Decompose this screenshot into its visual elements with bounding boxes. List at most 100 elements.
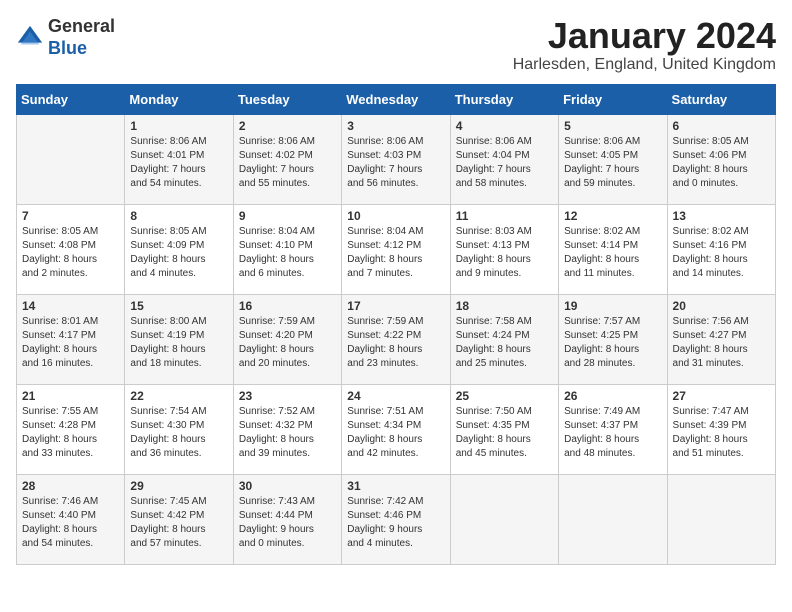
calendar-cell: 6 Sunrise: 8:05 AM Sunset: 4:06 PM Daylig… (667, 114, 775, 204)
day-info: Sunrise: 7:54 AM Sunset: 4:30 PM Dayligh… (130, 405, 227, 461)
day-number: 2 (239, 119, 336, 133)
day-info: Sunrise: 8:01 AM Sunset: 4:17 PM Dayligh… (22, 315, 119, 371)
page-header: General Blue January 2024 Harlesden, Eng… (16, 16, 776, 74)
day-info: Sunrise: 8:05 AM Sunset: 4:06 PM Dayligh… (673, 135, 770, 191)
calendar-cell: 5 Sunrise: 8:06 AM Sunset: 4:05 PM Daylig… (559, 114, 667, 204)
calendar-cell: 13 Sunrise: 8:02 AM Sunset: 4:16 PM Dayli… (667, 204, 775, 294)
calendar-cell: 4Sunrise: 8:06 AM Sunset: 4:04 PM Daylig… (450, 114, 558, 204)
day-number: 24 (347, 389, 444, 403)
calendar-cell: 22 Sunrise: 7:54 AM Sunset: 4:30 PM Dayli… (125, 384, 233, 474)
calendar-cell: 30Sunrise: 7:43 AM Sunset: 4:44 PM Dayli… (233, 474, 341, 564)
day-number: 12 (564, 209, 661, 223)
day-number: 6 (673, 119, 770, 133)
day-info: Sunrise: 8:00 AM Sunset: 4:19 PM Dayligh… (130, 315, 227, 371)
calendar-cell: 11 Sunrise: 8:03 AM Sunset: 4:13 PM Dayli… (450, 204, 558, 294)
day-info: Sunrise: 8:02 AM Sunset: 4:14 PM Dayligh… (564, 225, 661, 281)
logo-text: General Blue (48, 16, 115, 59)
calendar-cell: 23Sunrise: 7:52 AM Sunset: 4:32 PM Dayli… (233, 384, 341, 474)
day-info: Sunrise: 7:51 AM Sunset: 4:34 PM Dayligh… (347, 405, 444, 461)
logo-icon (16, 24, 44, 52)
calendar-cell: 19 Sunrise: 7:57 AM Sunset: 4:25 PM Dayli… (559, 294, 667, 384)
calendar-cell: 31 Sunrise: 7:42 AM Sunset: 4:46 PM Dayli… (342, 474, 450, 564)
calendar-cell (559, 474, 667, 564)
calendar-cell: 12 Sunrise: 8:02 AM Sunset: 4:14 PM Dayli… (559, 204, 667, 294)
header-saturday: Saturday (667, 84, 775, 114)
calendar-cell: 20 Sunrise: 7:56 AM Sunset: 4:27 PM Dayli… (667, 294, 775, 384)
day-info: Sunrise: 8:06 AM Sunset: 4:01 PM Dayligh… (130, 135, 227, 191)
day-info: Sunrise: 8:03 AM Sunset: 4:13 PM Dayligh… (456, 225, 553, 281)
day-info: Sunrise: 7:59 AM Sunset: 4:20 PM Dayligh… (239, 315, 336, 371)
day-number: 16 (239, 299, 336, 313)
day-number: 30 (239, 479, 336, 493)
day-number: 10 (347, 209, 444, 223)
day-number: 4 (456, 119, 553, 133)
header-friday: Friday (559, 84, 667, 114)
day-number: 7 (22, 209, 119, 223)
calendar-cell: 10Sunrise: 8:04 AM Sunset: 4:12 PM Dayli… (342, 204, 450, 294)
day-info: Sunrise: 7:50 AM Sunset: 4:35 PM Dayligh… (456, 405, 553, 461)
day-number: 25 (456, 389, 553, 403)
calendar-cell: 18 Sunrise: 7:58 AM Sunset: 4:24 PM Dayli… (450, 294, 558, 384)
calendar-cell: 3Sunrise: 8:06 AM Sunset: 4:03 PM Daylig… (342, 114, 450, 204)
calendar-cell: 25 Sunrise: 7:50 AM Sunset: 4:35 PM Dayli… (450, 384, 558, 474)
day-info: Sunrise: 8:05 AM Sunset: 4:09 PM Dayligh… (130, 225, 227, 281)
day-number: 14 (22, 299, 119, 313)
calendar-cell (667, 474, 775, 564)
calendar-cell: 2Sunrise: 8:06 AM Sunset: 4:02 PM Daylig… (233, 114, 341, 204)
day-info: Sunrise: 7:52 AM Sunset: 4:32 PM Dayligh… (239, 405, 336, 461)
calendar-week-row: 7 Sunrise: 8:05 AM Sunset: 4:08 PM Daylig… (17, 204, 776, 294)
day-number: 29 (130, 479, 227, 493)
logo: General Blue (16, 16, 115, 59)
day-number: 17 (347, 299, 444, 313)
day-number: 18 (456, 299, 553, 313)
calendar-subtitle: Harlesden, England, United Kingdom (513, 56, 776, 74)
calendar-cell (17, 114, 125, 204)
calendar-cell: 29 Sunrise: 7:45 AM Sunset: 4:42 PM Dayli… (125, 474, 233, 564)
day-info: Sunrise: 8:06 AM Sunset: 4:05 PM Dayligh… (564, 135, 661, 191)
title-block: January 2024 Harlesden, England, United … (513, 16, 776, 74)
day-number: 27 (673, 389, 770, 403)
day-number: 19 (564, 299, 661, 313)
calendar-header: Sunday Monday Tuesday Wednesday Thursday… (17, 84, 776, 114)
calendar-week-row: 28 Sunrise: 7:46 AM Sunset: 4:40 PM Dayli… (17, 474, 776, 564)
day-number: 11 (456, 209, 553, 223)
calendar-cell: 9Sunrise: 8:04 AM Sunset: 4:10 PM Daylig… (233, 204, 341, 294)
calendar-cell: 8Sunrise: 8:05 AM Sunset: 4:09 PM Daylig… (125, 204, 233, 294)
calendar-cell: 21Sunrise: 7:55 AM Sunset: 4:28 PM Dayli… (17, 384, 125, 474)
header-sunday: Sunday (17, 84, 125, 114)
calendar-cell: 14 Sunrise: 8:01 AM Sunset: 4:17 PM Dayli… (17, 294, 125, 384)
calendar-week-row: 1 Sunrise: 8:06 AM Sunset: 4:01 PM Daylig… (17, 114, 776, 204)
calendar-title: January 2024 (513, 16, 776, 56)
day-info: Sunrise: 8:04 AM Sunset: 4:10 PM Dayligh… (239, 225, 336, 281)
day-info: Sunrise: 7:58 AM Sunset: 4:24 PM Dayligh… (456, 315, 553, 371)
day-number: 31 (347, 479, 444, 493)
day-number: 28 (22, 479, 119, 493)
header-wednesday: Wednesday (342, 84, 450, 114)
day-info: Sunrise: 8:05 AM Sunset: 4:08 PM Dayligh… (22, 225, 119, 281)
day-info: Sunrise: 7:45 AM Sunset: 4:42 PM Dayligh… (130, 495, 227, 551)
calendar-week-row: 14 Sunrise: 8:01 AM Sunset: 4:17 PM Dayli… (17, 294, 776, 384)
day-number: 22 (130, 389, 227, 403)
header-monday: Monday (125, 84, 233, 114)
day-number: 20 (673, 299, 770, 313)
calendar-cell: 7 Sunrise: 8:05 AM Sunset: 4:08 PM Daylig… (17, 204, 125, 294)
day-info: Sunrise: 7:59 AM Sunset: 4:22 PM Dayligh… (347, 315, 444, 371)
day-info: Sunrise: 7:46 AM Sunset: 4:40 PM Dayligh… (22, 495, 119, 551)
day-number: 1 (130, 119, 227, 133)
day-info: Sunrise: 7:56 AM Sunset: 4:27 PM Dayligh… (673, 315, 770, 371)
calendar-cell: 16 Sunrise: 7:59 AM Sunset: 4:20 PM Dayli… (233, 294, 341, 384)
day-info: Sunrise: 7:42 AM Sunset: 4:46 PM Dayligh… (347, 495, 444, 551)
day-number: 13 (673, 209, 770, 223)
header-tuesday: Tuesday (233, 84, 341, 114)
day-info: Sunrise: 7:57 AM Sunset: 4:25 PM Dayligh… (564, 315, 661, 371)
calendar-cell: 1 Sunrise: 8:06 AM Sunset: 4:01 PM Daylig… (125, 114, 233, 204)
day-number: 5 (564, 119, 661, 133)
calendar-cell: 26Sunrise: 7:49 AM Sunset: 4:37 PM Dayli… (559, 384, 667, 474)
day-info: Sunrise: 8:06 AM Sunset: 4:03 PM Dayligh… (347, 135, 444, 191)
day-info: Sunrise: 7:49 AM Sunset: 4:37 PM Dayligh… (564, 405, 661, 461)
calendar-cell: 17 Sunrise: 7:59 AM Sunset: 4:22 PM Dayli… (342, 294, 450, 384)
day-info: Sunrise: 8:02 AM Sunset: 4:16 PM Dayligh… (673, 225, 770, 281)
day-number: 21 (22, 389, 119, 403)
calendar-cell: 27Sunrise: 7:47 AM Sunset: 4:39 PM Dayli… (667, 384, 775, 474)
header-row: Sunday Monday Tuesday Wednesday Thursday… (17, 84, 776, 114)
